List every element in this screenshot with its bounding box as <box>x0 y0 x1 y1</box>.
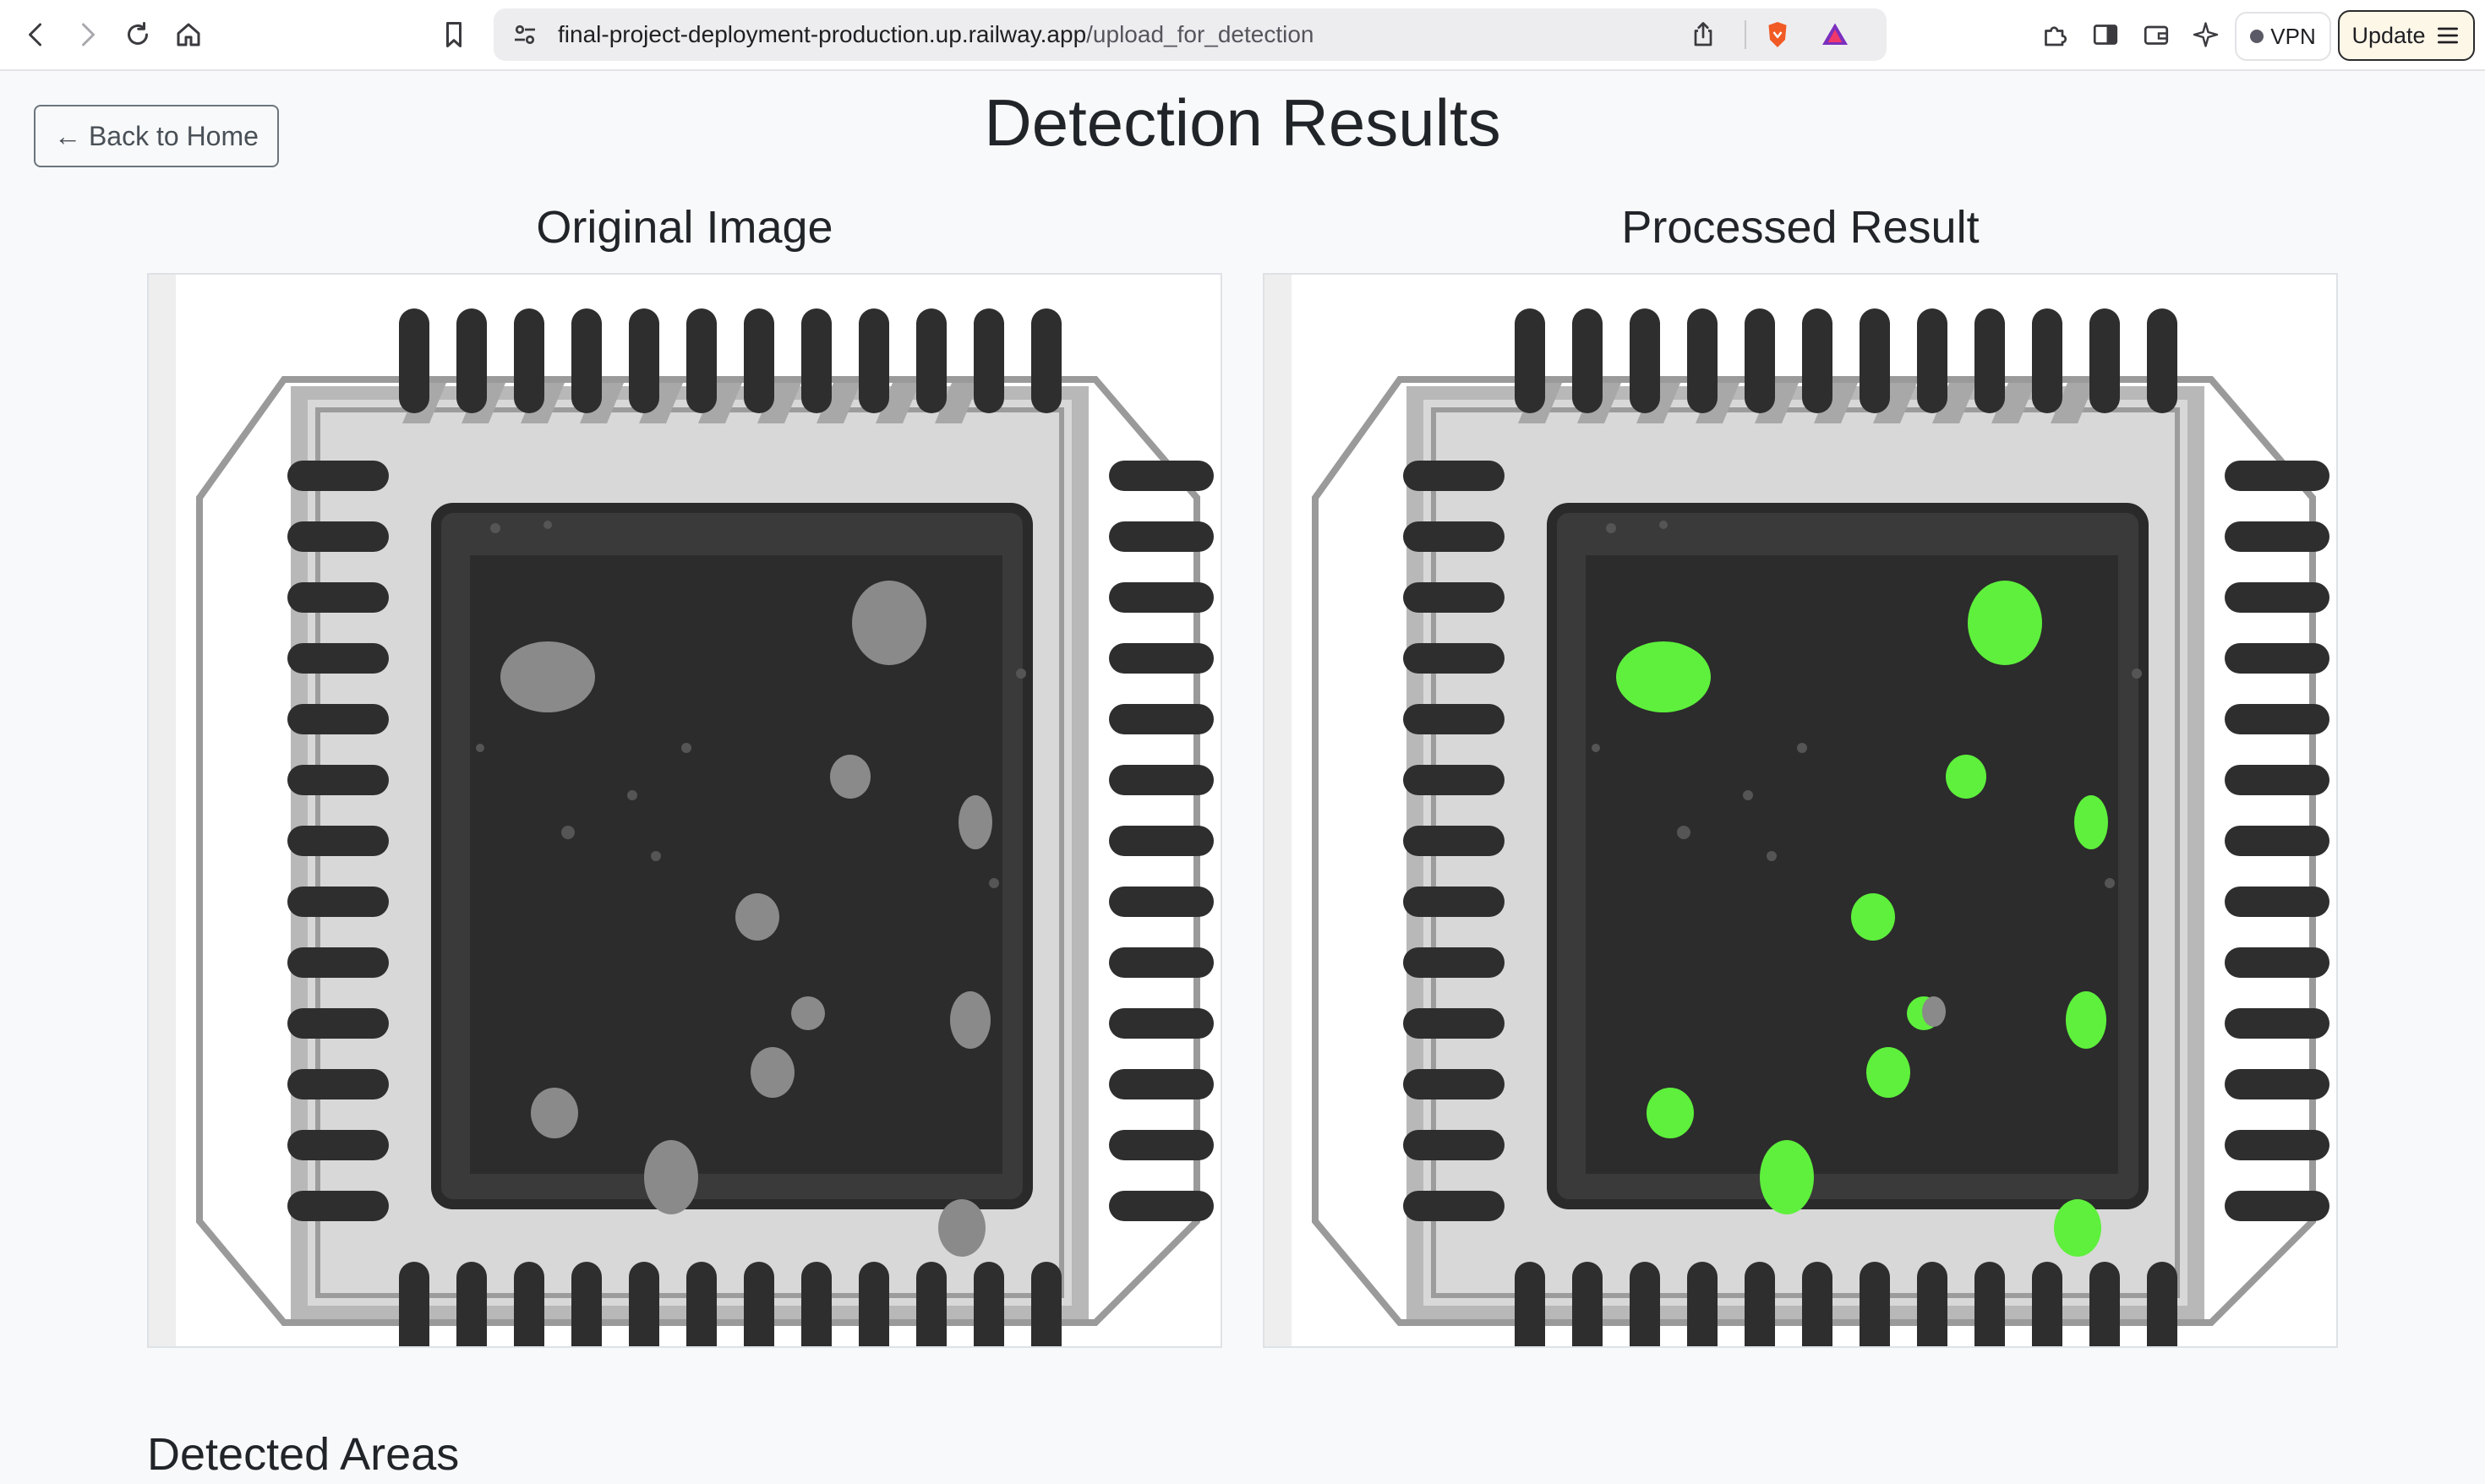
void-5 <box>735 893 779 941</box>
update-label: Update <box>2351 22 2426 48</box>
page-title: Detection Results <box>984 85 1501 160</box>
void-1 <box>500 641 595 712</box>
void-3 <box>830 755 871 799</box>
leo-ai-icon[interactable] <box>2187 15 2226 54</box>
browser-toolbar: final-project-deployment-production.up.r… <box>0 0 2485 71</box>
forward-arrow-icon[interactable] <box>68 15 106 54</box>
url-text[interactable]: final-project-deployment-production.up.r… <box>558 20 1314 49</box>
sidebar-icon[interactable] <box>2086 15 2125 54</box>
detected-void-1 <box>1616 641 1711 712</box>
detected-void-11 <box>2054 1199 2101 1257</box>
original-image <box>147 273 1222 1348</box>
url-divider <box>1745 20 1746 49</box>
back-arrow-icon[interactable] <box>17 15 56 54</box>
detected-void-5 <box>1851 893 1895 941</box>
void-6 <box>791 996 825 1030</box>
brave-rewards-icon[interactable] <box>1816 15 1854 54</box>
vpn-label: VPN <box>2270 23 2316 49</box>
detected-void-4 <box>2074 795 2108 849</box>
vpn-status-icon <box>2250 30 2264 43</box>
void-2 <box>852 581 926 665</box>
address-bar[interactable]: final-project-deployment-production.up.r… <box>494 8 1887 61</box>
detected-void-3 <box>1946 755 1986 799</box>
void-4 <box>958 795 992 849</box>
reload-icon[interactable] <box>118 15 157 54</box>
wallet-icon[interactable] <box>2137 15 2176 54</box>
detected-void-10 <box>1760 1140 1814 1214</box>
menu-icon <box>2434 22 2461 49</box>
processed-chip-image <box>1264 275 2336 1346</box>
brave-shields-icon[interactable] <box>1758 15 1797 54</box>
url-host: final-project-deployment-production.up.r… <box>558 21 1087 47</box>
extensions-icon[interactable] <box>2035 15 2074 54</box>
unflagged-void <box>1922 996 1946 1027</box>
vpn-button[interactable]: VPN <box>2235 12 2331 61</box>
original-image-title: Original Image <box>536 202 833 253</box>
detected-areas-title: Detected Areas <box>147 1429 460 1480</box>
update-button[interactable]: Update <box>2338 10 2475 61</box>
bookmark-icon[interactable] <box>434 15 473 54</box>
processed-result-image <box>1263 273 2338 1348</box>
detected-void-2 <box>1968 581 2042 665</box>
void-7 <box>751 1047 795 1098</box>
site-settings-icon[interactable] <box>505 15 544 54</box>
share-icon[interactable] <box>1684 15 1723 54</box>
detected-void-9 <box>1647 1088 1694 1138</box>
detected-void-8 <box>2066 991 2106 1049</box>
void-10 <box>644 1140 698 1214</box>
home-icon[interactable] <box>169 15 208 54</box>
url-path: /upload_for_detection <box>1086 21 1314 47</box>
void-9 <box>531 1088 578 1138</box>
processed-result-title: Processed Result <box>1621 202 1980 253</box>
detected-void-7 <box>1866 1047 1910 1098</box>
void-11 <box>938 1199 986 1257</box>
void-8 <box>950 991 991 1049</box>
original-chip-image <box>149 275 1221 1346</box>
